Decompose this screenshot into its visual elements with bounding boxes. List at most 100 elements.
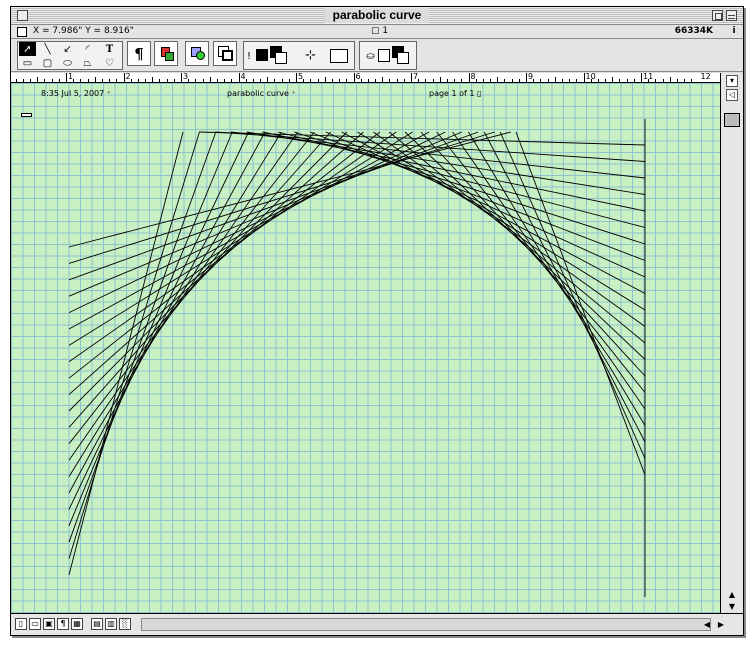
document-window: parabolic curve X = 7.986" Y = 8.916" ▢ … (10, 6, 744, 636)
close-box-icon[interactable] (17, 10, 28, 21)
oval-tool-icon[interactable]: ⬭ (59, 56, 76, 70)
ruler-tick (173, 79, 175, 82)
left-string-line (68, 131, 348, 412)
ruler-tick (454, 79, 456, 82)
ruler-tick (51, 79, 53, 82)
ruler-tick (583, 73, 585, 82)
pen-color-swatch[interactable] (256, 49, 268, 61)
ruler-tick (468, 73, 470, 82)
arrow-line-tool-icon[interactable]: ↙ (59, 42, 76, 56)
ruler-tick (590, 79, 592, 82)
ruler-tick (375, 79, 377, 82)
ruler-tick (317, 79, 319, 82)
cursor-coordinates: X = 7.986" Y = 8.916" (33, 26, 134, 36)
ruler-tick (101, 79, 103, 82)
pen-pattern-front-icon[interactable] (275, 52, 287, 64)
right-string-line (293, 131, 646, 245)
ruler-tick (547, 79, 549, 82)
paragraph-marks-icon[interactable]: ¶ (57, 618, 69, 630)
ruler-tick (116, 79, 118, 82)
ruler-tick (130, 79, 132, 82)
title-bar[interactable]: parabolic curve (11, 7, 743, 25)
graphics-tool-icon[interactable] (185, 41, 209, 66)
ruler-tick (288, 79, 290, 82)
right-string-line (278, 131, 646, 228)
line-width-icon[interactable]: ⊹ (302, 48, 319, 63)
parabolic-curve-drawing[interactable] (11, 83, 721, 615)
arrow-tool-icon[interactable]: ➚ (19, 42, 36, 56)
ruler-tick (482, 79, 484, 82)
ruler-label: 12 (700, 73, 711, 81)
ruler-tick (540, 79, 542, 82)
ruler-tick (346, 79, 348, 82)
status-bar: X = 7.986" Y = 8.916" ▢ 1 66334K i (11, 25, 743, 39)
arc-tool-icon[interactable]: ◜ (79, 42, 96, 56)
right-string-line (468, 131, 646, 426)
arrange-tool-icon[interactable] (213, 41, 237, 66)
ruler-tick (511, 79, 513, 82)
fill-pattern-front-icon[interactable] (397, 52, 409, 64)
polygon-tool-icon[interactable]: ⏢ (79, 56, 96, 70)
rectangle-tool-icon[interactable]: ▭ (19, 56, 36, 70)
memory-readout: 66334K (674, 26, 713, 36)
paragraph-tool-icon[interactable]: ¶ (127, 41, 151, 66)
grid-toggle-icon[interactable]: ▦ (71, 618, 83, 630)
spreadsheet-tool-icon[interactable] (154, 41, 178, 66)
right-string-line (309, 131, 646, 261)
ruler-tick (684, 79, 686, 82)
bottom-bar: ▯ ▭ ▣ ¶ ▦ ▤ ▥ ░ ◀ ▶ (11, 613, 743, 635)
line-attributes: ! ⊹ (243, 41, 355, 70)
zoom-out-icon[interactable]: ▭ (29, 618, 41, 630)
ruler-tick (331, 79, 333, 82)
ruler-tick (554, 77, 556, 82)
ruler-tick (497, 77, 499, 82)
pen-icon[interactable]: ! (245, 49, 253, 63)
scroll-right-arrow-icon[interactable]: ▶ (715, 618, 727, 631)
ruler-tick (137, 79, 139, 82)
ruler-tick (490, 79, 492, 82)
ruler-tick (597, 79, 599, 82)
ruler-tick (339, 79, 341, 82)
rounded-rect-tool-icon[interactable]: ▢ (39, 56, 56, 70)
ruler-tick (37, 77, 39, 82)
ruler-tick (461, 79, 463, 82)
scroll-thumb[interactable] (724, 113, 740, 127)
vertical-scrollbar[interactable]: ▾ ◁ ▲ ▼ (720, 73, 743, 615)
ruler-tick (396, 79, 398, 82)
fill-color-swatch[interactable] (378, 49, 390, 62)
zoom-in-icon[interactable]: ▣ (43, 618, 55, 630)
drawing-canvas[interactable]: 8:35 Jul 5, 2007 ⁺ parabolic curve ⁺ pag… (11, 83, 721, 615)
cursor-tool-icon[interactable]: ▾ (726, 75, 738, 87)
info-icon[interactable]: i (729, 26, 739, 37)
ruler-tick (324, 77, 326, 82)
ruler-tick (655, 79, 657, 82)
ruler-tick (561, 79, 563, 82)
ruler-tick (612, 77, 614, 82)
freehand-tool-icon[interactable]: ♡ (101, 56, 118, 70)
page-view-icon[interactable]: ▯ (15, 618, 27, 630)
stationery-icon[interactable]: ░ (119, 618, 131, 630)
page-setup-icon[interactable]: ▥ (105, 618, 117, 630)
zoom-box-icon[interactable] (712, 10, 723, 21)
layout-view-icon[interactable]: ▤ (91, 618, 103, 630)
ruler-tick (626, 79, 628, 82)
arrowhead-style-icon[interactable] (330, 49, 348, 63)
text-tool-icon[interactable]: T (101, 42, 118, 56)
horizontal-scrollbar[interactable] (141, 618, 711, 631)
paint-bucket-icon[interactable]: ⛀ (362, 49, 379, 63)
speaker-icon[interactable]: ◁ (726, 89, 738, 101)
ruler-tick (403, 79, 405, 82)
scroll-down-arrow-icon[interactable]: ▼ (724, 601, 740, 613)
ruler-tick (58, 79, 60, 82)
ruler-tick (432, 79, 434, 82)
scroll-left-arrow-icon[interactable]: ◀ (701, 618, 713, 631)
ruler-tick (533, 79, 535, 82)
line-tool-icon[interactable]: ╲ (39, 42, 56, 56)
right-string-line (420, 131, 646, 377)
green-block-icon (165, 52, 174, 61)
ruler-tick (569, 79, 571, 82)
collapse-box-icon[interactable] (726, 10, 737, 21)
left-string-line (68, 131, 315, 445)
ruler-tick (238, 73, 240, 82)
scroll-up-arrow-icon[interactable]: ▲ (724, 589, 740, 601)
